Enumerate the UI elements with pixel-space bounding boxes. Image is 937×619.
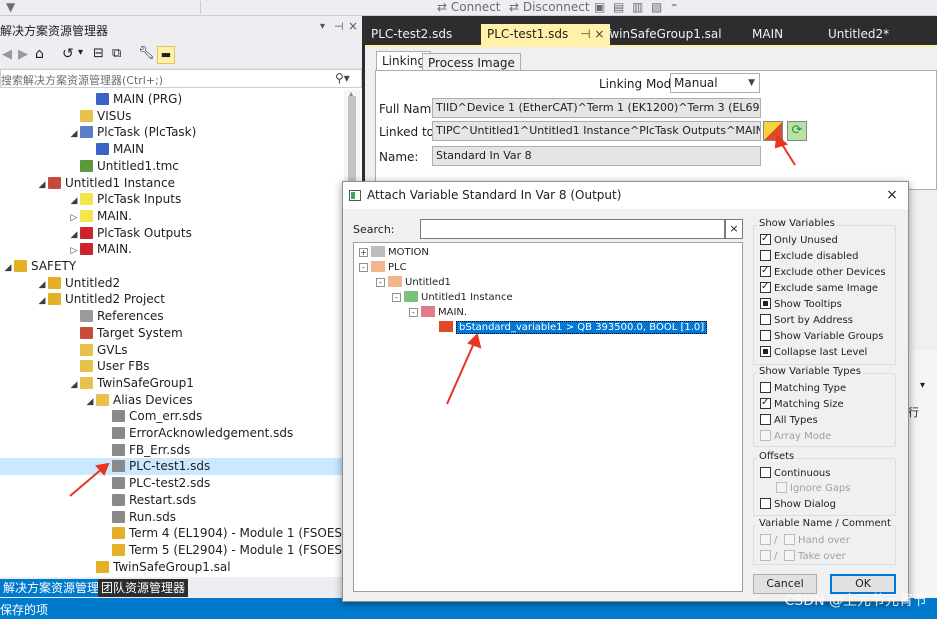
annotation-arrows [69,133,796,497]
annotation-arrowhead [467,333,482,349]
annotation-arrow [446,342,475,405]
watermark: CSDN @上元节元宵节 [784,593,927,609]
annotation-arrowhead [774,133,789,149]
annotation-arrow [69,467,104,497]
